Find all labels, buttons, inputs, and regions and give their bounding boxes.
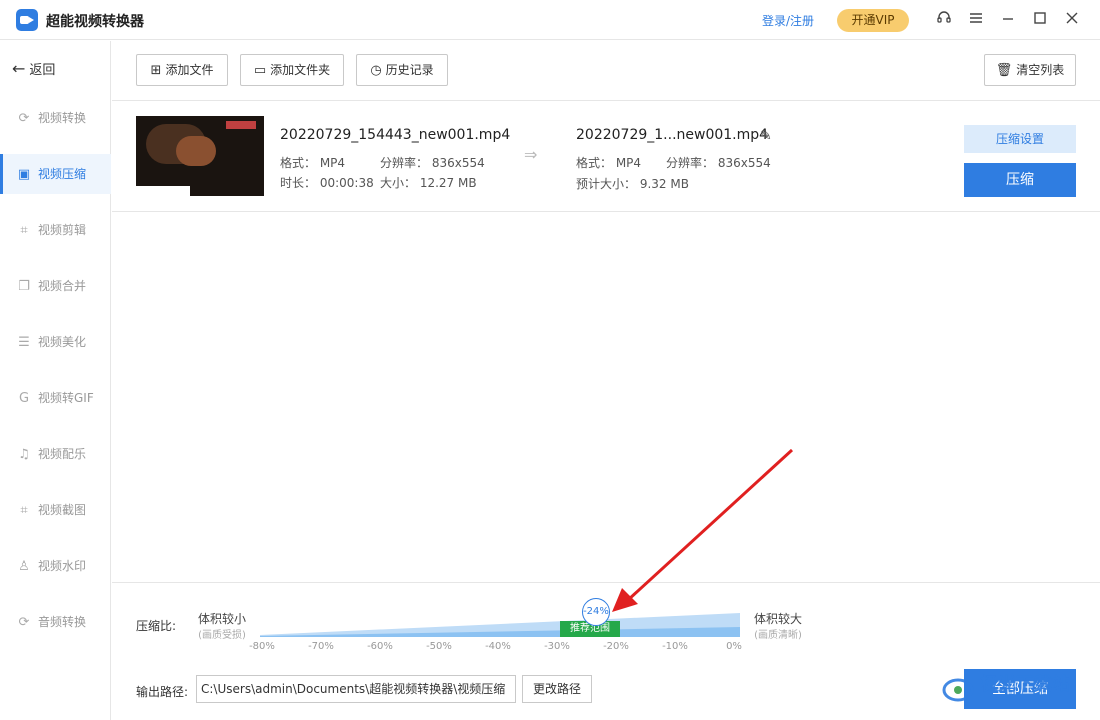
video-thumbnail (136, 116, 264, 196)
slider-tick: -60% (367, 641, 393, 652)
sliders-icon: ☰ (18, 335, 30, 350)
add-folder-label: 添加文件夹 (270, 63, 331, 77)
add-file-label: 添加文件 (165, 63, 214, 77)
larger-size-label: 体积较大 (753, 612, 802, 626)
slider-tick: 0% (726, 641, 742, 652)
sidebar-item-label: 视频压缩 (38, 167, 87, 181)
file-plus-icon: ⊞ (150, 63, 162, 78)
minimize-icon[interactable] (998, 10, 1018, 30)
back-label: 返回 (29, 63, 56, 78)
clear-quality-note: (画质清晰) (754, 630, 802, 641)
slider-tick: -50% (426, 641, 452, 652)
sidebar-item-video-edit[interactable]: ⌗ 视频剪辑 (0, 210, 111, 250)
vip-button[interactable]: 开通VIP (837, 9, 909, 32)
trash-icon: 🗑 (995, 63, 1013, 78)
clock-icon: ◷ (370, 63, 382, 78)
source-format: 格式： MP4 (280, 156, 346, 170)
sidebar-item-label: 视频转GIF (38, 391, 94, 405)
maximize-icon[interactable] (1030, 10, 1050, 30)
sidebar-item-video-music[interactable]: ♫ 视频配乐 (0, 434, 111, 474)
sidebar-item-video-convert[interactable]: ⟳ 视频转换 (0, 98, 111, 138)
source-resolution: 分辨率： 836x554 (380, 156, 485, 170)
output-path-label: 输出路径: (136, 685, 189, 699)
compress-icon: ▣ (17, 167, 31, 182)
close-icon[interactable] (1062, 10, 1082, 30)
compress-settings-button[interactable]: 压缩设置 (964, 125, 1076, 153)
title-bar: 超能视频转换器 登录/注册 开通VIP (0, 0, 1100, 40)
sidebar-item-audio-convert[interactable]: ⟳ 音频转换 (0, 602, 111, 642)
sidebar-item-video-merge[interactable]: ❐ 视频合并 (0, 266, 111, 306)
arrow-left-icon: ← (12, 59, 26, 78)
sidebar-item-label: 视频截图 (38, 503, 87, 517)
target-format: 格式： MP4 (576, 156, 642, 170)
target-resolution: 分辨率： 836x554 (666, 156, 771, 170)
change-path-button[interactable]: 更改路径 (522, 675, 592, 703)
merge-icon: ❐ (18, 279, 30, 294)
add-folder-button[interactable]: ▭ 添加文件夹 (240, 54, 344, 86)
source-file-name: 20220729_154443_new001.mp4 (280, 127, 511, 143)
sidebar-item-video-compress[interactable]: ▣ 视频压缩 (0, 154, 111, 194)
file-row: 20220729_154443_new001.mp4 格式： MP4 分辨率： … (112, 100, 1100, 212)
edit-icon[interactable]: ✎ (760, 128, 772, 144)
add-file-button[interactable]: ⊞ 添加文件 (136, 54, 228, 86)
convert-arrow-icon: ⇒ (524, 145, 538, 164)
target-file-name: 20220729_1...new001.mp4 (576, 127, 769, 143)
sidebar-item-label: 视频合并 (38, 279, 87, 293)
source-duration: 时长： 00:00:38 (280, 176, 374, 190)
clear-list-label: 清空列表 (1016, 63, 1065, 77)
compression-slider-handle[interactable]: -24% (582, 598, 610, 626)
site-watermark: 极光下载站 (940, 668, 1100, 720)
login-link[interactable]: 登录/注册 (762, 12, 814, 29)
sidebar-item-label: 视频剪辑 (38, 223, 87, 237)
watermark-text: 极光下载站 (980, 673, 1070, 695)
folder-icon: ▭ (253, 63, 267, 78)
refresh-icon: ⟳ (18, 111, 30, 126)
history-label: 历史记录 (385, 63, 434, 77)
watermark-icon: ♙ (18, 559, 30, 574)
compression-slider-track[interactable] (260, 611, 740, 637)
slider-tick: -10% (662, 641, 688, 652)
slider-tick: -80% (249, 641, 275, 652)
slider-tick: -20% (603, 641, 629, 652)
sidebar-item-video-gif[interactable]: G 视频转GIF (0, 378, 111, 418)
menu-icon[interactable] (966, 10, 986, 30)
back-button[interactable]: ← 返回 (12, 59, 55, 78)
slider-tick: -70% (308, 641, 334, 652)
output-path-field[interactable]: C:\Users\admin\Documents\超能视频转换器\视频压缩 (196, 675, 516, 703)
smaller-size-label: 体积较小 (197, 612, 246, 626)
compress-button[interactable]: 压缩 (964, 163, 1076, 197)
slider-tick: -30% (544, 641, 570, 652)
target-estimated-size: 预计大小： 9.32 MB (576, 177, 689, 191)
sidebar-item-label: 视频配乐 (38, 447, 87, 461)
sidebar-item-label: 音频转换 (38, 615, 87, 629)
app-title: 超能视频转换器 (46, 14, 144, 30)
sidebar-item-video-watermark[interactable]: ♙ 视频水印 (0, 546, 111, 586)
compression-ratio-label: 压缩比: (136, 619, 177, 633)
slider-tick: -40% (485, 641, 511, 652)
sidebar-item-label: 视频美化 (38, 335, 87, 349)
app-logo-icon (16, 9, 38, 31)
crop-icon: ⌗ (20, 223, 28, 238)
audio-refresh-icon: ⟳ (18, 615, 30, 630)
sidebar-item-label: 视频水印 (38, 559, 87, 573)
sidebar-item-video-beautify[interactable]: ☰ 视频美化 (0, 322, 111, 362)
sidebar-item-label: 视频转换 (38, 111, 87, 125)
history-button[interactable]: ◷ 历史记录 (356, 54, 448, 86)
music-icon: ♫ (18, 447, 30, 462)
quality-loss-note: (画质受损) (198, 630, 246, 641)
clear-list-button[interactable]: 🗑 清空列表 (984, 54, 1076, 86)
source-size: 大小： 12.27 MB (380, 176, 477, 190)
gif-icon: G (18, 391, 30, 406)
sidebar-item-video-screenshot[interactable]: ⌗ 视频截图 (0, 490, 111, 530)
sidebar: ← 返回 ⟳ 视频转换 ▣ 视频压缩 ⌗ 视频剪辑 ❐ 视频合并 ☰ 视频美化 G 视频转GI… (0, 41, 111, 720)
headset-icon[interactable] (934, 10, 954, 30)
screenshot-icon: ⌗ (20, 503, 28, 518)
